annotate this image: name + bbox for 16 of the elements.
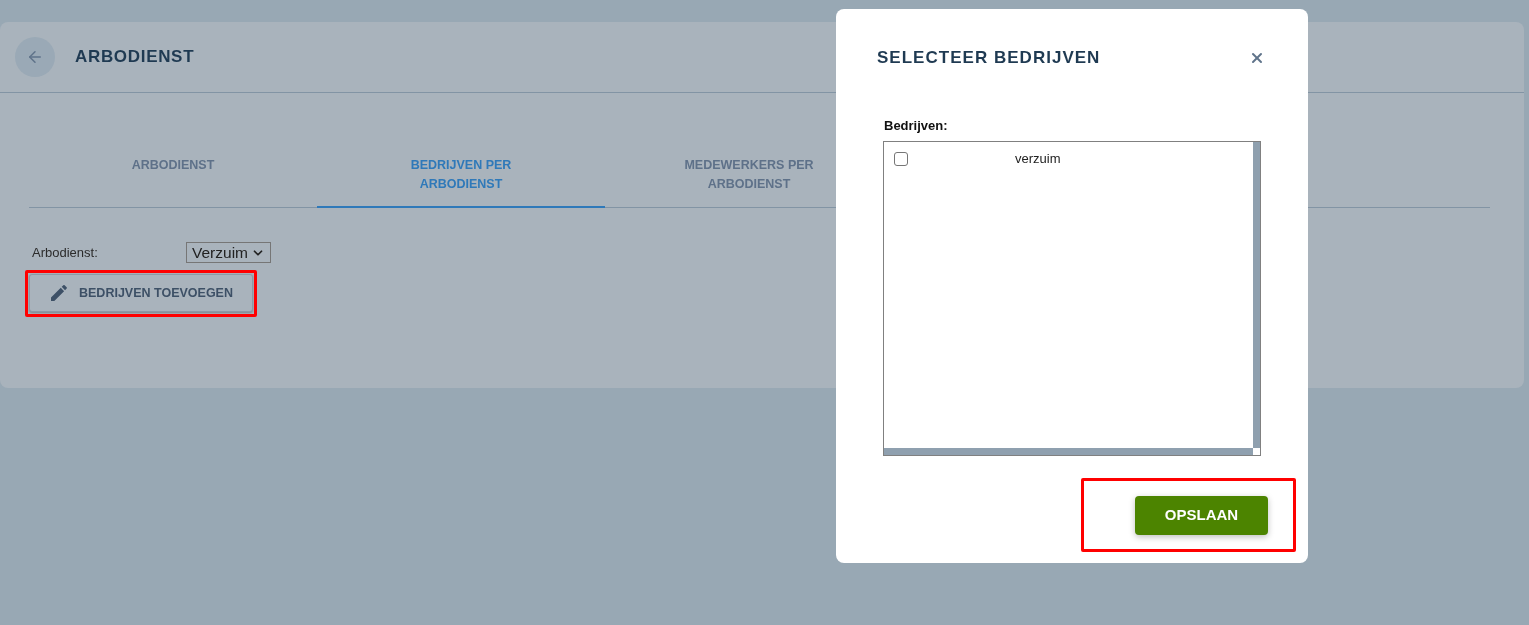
- vertical-scrollbar[interactable]: [1253, 141, 1260, 448]
- dialog-title: SELECTEER BEDRIJVEN: [877, 47, 1101, 69]
- save-button[interactable]: OPSLAAN: [1135, 495, 1268, 535]
- field-label: Arbodienst:: [32, 243, 99, 262]
- horizontal-scrollbar[interactable]: [884, 447, 1253, 455]
- pencil-icon: [51, 285, 67, 301]
- list-item-label: verzuim: [1015, 149, 1061, 168]
- list-label: Bedrijven:: [884, 117, 948, 133]
- page-title: ARBODIENST: [75, 46, 195, 69]
- add-companies-button[interactable]: BEDRIJVEN TOEVOEGEN: [29, 274, 253, 312]
- tab[interactable]: MEDEWERKERS PER ARBODIENST: [605, 150, 893, 208]
- dropdown[interactable]: Verzuim: [186, 242, 271, 263]
- back-button[interactable]: [15, 37, 55, 77]
- tab[interactable]: ARBODIENST: [29, 150, 317, 208]
- tab[interactable]: BEDRIJVEN PER ARBODIENST: [317, 150, 605, 208]
- checkbox[interactable]: [894, 151, 908, 166]
